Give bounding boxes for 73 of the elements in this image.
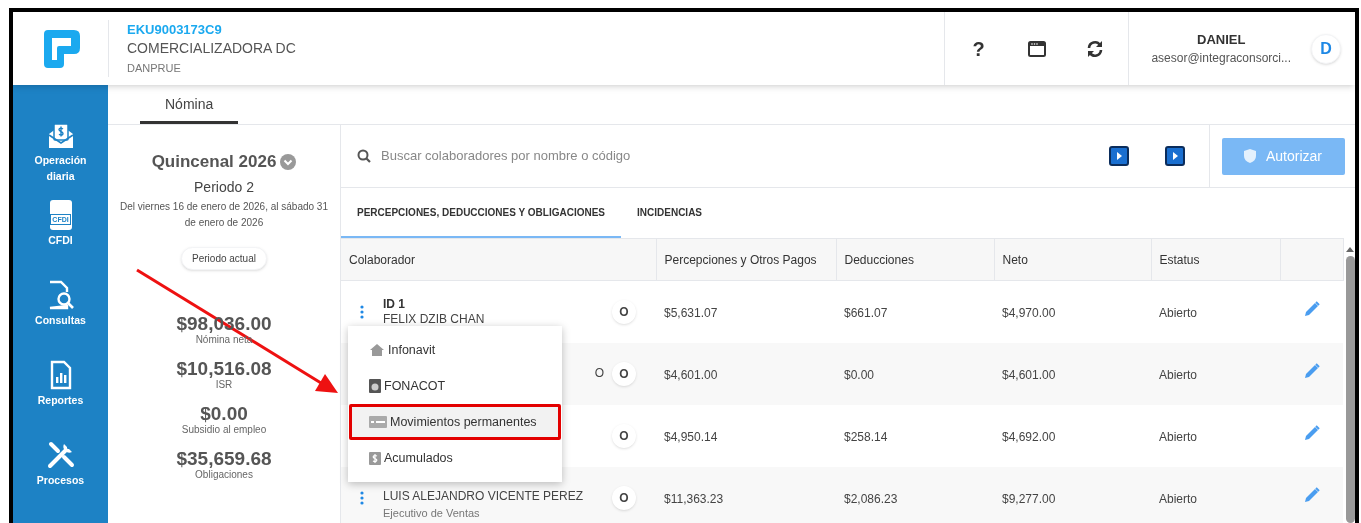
user-avatar[interactable]: D <box>1311 33 1341 64</box>
sidebar-item[interactable]: Reportes <box>13 358 108 438</box>
total-label: ISR <box>215 378 233 391</box>
total-label: Obligaciones <box>195 468 253 481</box>
house-icon <box>369 343 385 357</box>
table-cell: $9,277.00 <box>1002 491 1056 506</box>
sidebar-item[interactable]: Procesos <box>13 438 108 518</box>
employee-name: O <box>594 366 604 381</box>
table-cell: $4,950.14 <box>664 429 718 444</box>
table-cell: $2,086.23 <box>844 491 898 506</box>
card-icon <box>369 379 381 393</box>
table-cell: Abierto <box>1159 305 1198 320</box>
tab[interactable]: INCIDENCIAS <box>621 188 719 238</box>
total-amount: $10,516.08 <box>176 358 272 379</box>
column-header: Percepciones y Otros Pagos <box>664 252 817 267</box>
table-cell: $258.14 <box>844 429 888 444</box>
search-icon <box>357 149 371 163</box>
dollar-icon <box>369 451 381 465</box>
search-field[interactable]: Buscar colaboradores por nombre o código <box>381 146 1079 166</box>
table-cell: $0.00 <box>844 367 875 382</box>
period-number: Periodo 2 <box>194 177 254 197</box>
status-badge: O <box>612 423 636 448</box>
play-icon[interactable] <box>1164 146 1185 166</box>
column-header: Neto <box>1002 252 1028 267</box>
sidebar-item[interactable]: Consultas <box>13 278 108 358</box>
menu-item[interactable]: Infonavit <box>349 332 561 368</box>
card-list-icon <box>369 416 387 428</box>
table-cell: $4,601.00 <box>664 367 718 382</box>
table-cell: $4,970.00 <box>1002 305 1056 320</box>
column-header: Colaborador <box>349 252 416 267</box>
table-cell: $661.07 <box>844 305 888 320</box>
sidebar-item[interactable]: Operación diaria <box>13 118 108 198</box>
dropdown-icon[interactable] <box>280 153 297 170</box>
scroll-up-icon[interactable] <box>1346 246 1354 252</box>
total-amount: $35,659.68 <box>176 448 272 469</box>
table-cell: Abierto <box>1159 429 1198 444</box>
total-label: Subsidio al empleo <box>181 423 267 436</box>
edit-icon[interactable] <box>1303 362 1320 379</box>
employee-name: LUIS ALEJANDRO VICENTE PEREZ <box>383 489 585 504</box>
employee-name: FELIX DZIB CHAN <box>383 311 486 327</box>
status-badge: O <box>612 299 636 324</box>
menu-item[interactable]: FONACOT <box>349 368 561 404</box>
status-badge: O <box>612 485 636 510</box>
company-name: COMERCIALIZADORA DC <box>127 38 296 58</box>
user-name: DANIEL <box>1197 30 1246 49</box>
report-icon <box>48 358 73 390</box>
table-cell: Abierto <box>1159 367 1198 382</box>
tab[interactable]: Nómina <box>140 88 239 124</box>
table-cell: Abierto <box>1159 491 1198 506</box>
edit-icon[interactable] <box>1303 486 1320 503</box>
help-button[interactable]: ? <box>966 33 991 64</box>
play-icon[interactable] <box>1108 146 1129 166</box>
employee-role: Ejecutivo de Ventas <box>383 506 481 521</box>
table-cell: $4,692.00 <box>1002 429 1056 444</box>
edit-icon[interactable] <box>1303 300 1320 317</box>
menu-item[interactable]: Acumulados <box>349 440 561 476</box>
column-header: Estatus <box>1159 252 1200 267</box>
table-cell: $5,631.07 <box>664 305 718 320</box>
menu-item[interactable]: Movimientos permanentes <box>349 404 561 440</box>
user-email: asesor@integraconsorci... <box>1151 50 1291 68</box>
company-rfc: EKU9003173C9 <box>127 21 223 38</box>
edit-icon[interactable] <box>1303 424 1320 441</box>
total-amount: $0.00 <box>200 403 248 424</box>
table-cell: $4,601.00 <box>1002 367 1056 382</box>
column-header: Deducciones <box>844 252 914 267</box>
company-code: DANPRUE <box>127 60 182 76</box>
status-badge: O <box>612 361 636 386</box>
employee-id: ID 1 <box>383 296 406 312</box>
table-cell: $11,363.23 <box>664 491 724 506</box>
period-title: Quincenal 2026 <box>151 151 277 173</box>
shield-icon <box>1244 149 1256 163</box>
period-range: Del viernes 16 de enero de 2026, al sábado 31 de enero de 2026 <box>119 199 329 230</box>
current-period-badge: Periodo actual <box>181 246 267 270</box>
